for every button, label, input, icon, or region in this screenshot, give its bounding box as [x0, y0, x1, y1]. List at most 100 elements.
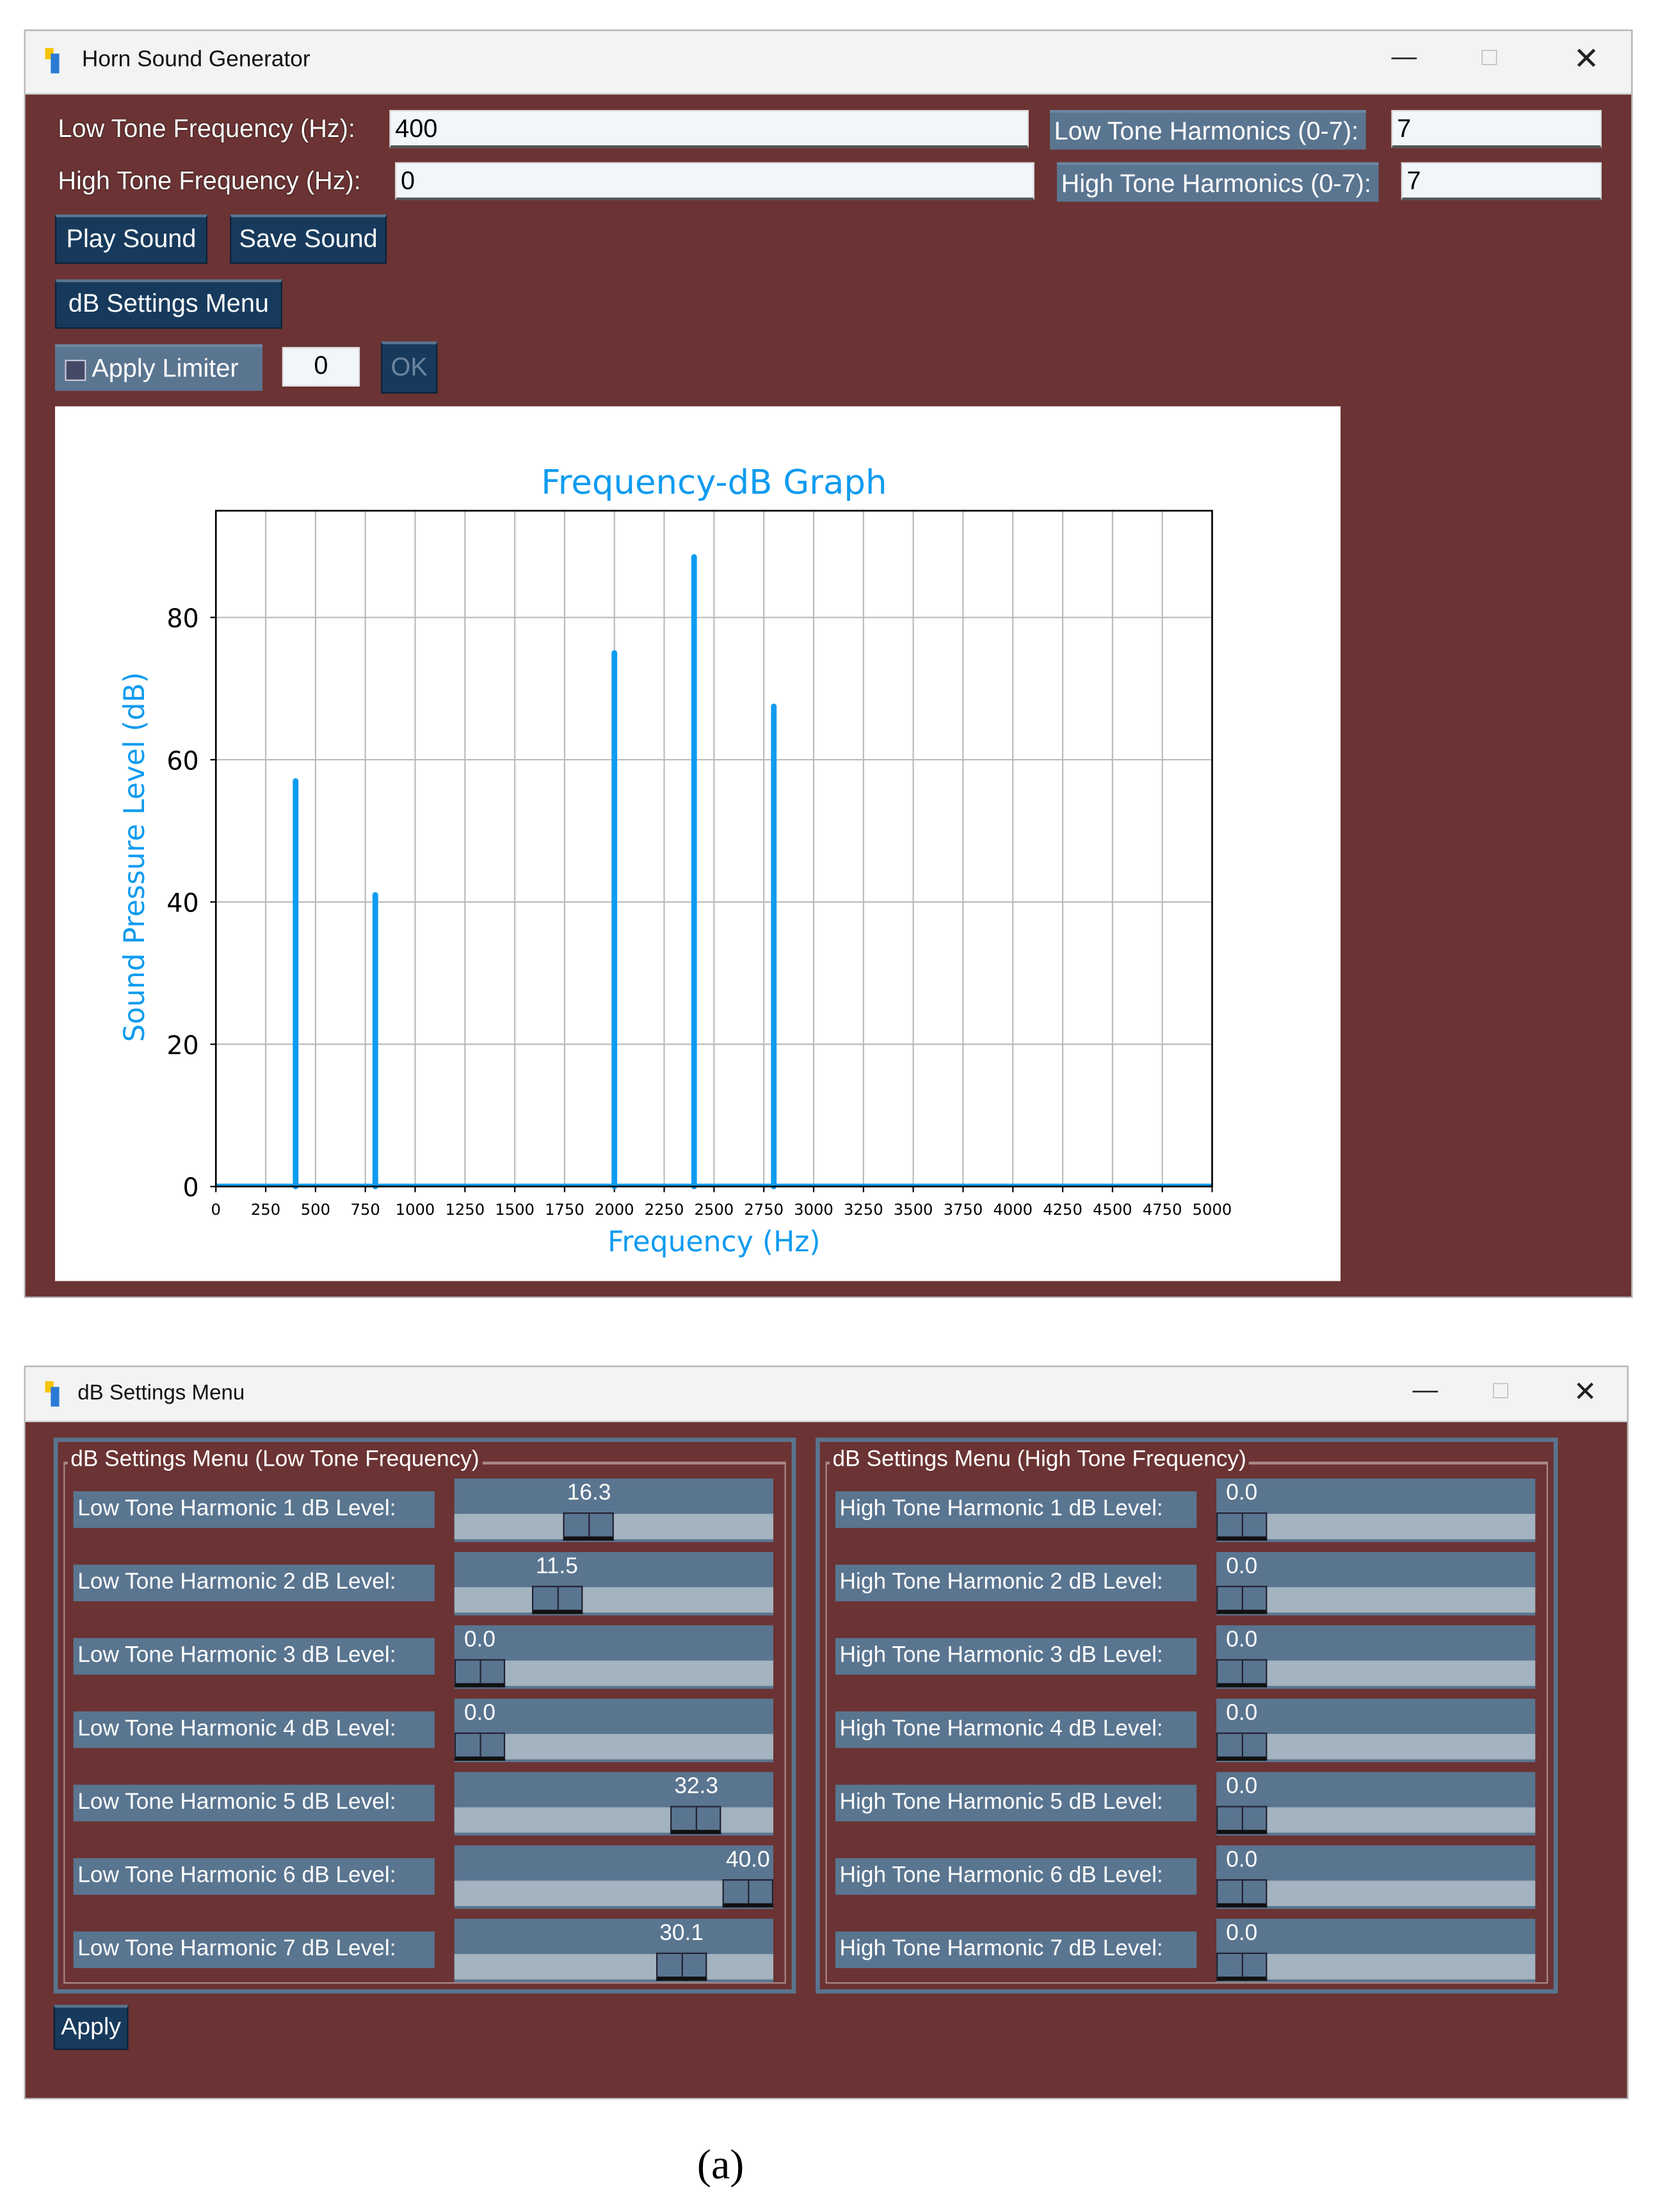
db-settings-menu-button[interactable]: dB Settings Menu — [54, 279, 282, 329]
slider-thumb[interactable] — [563, 1512, 615, 1541]
y-axis-label: Sound Pressure Level (dB) — [118, 672, 151, 1042]
slider-value: 40.0 — [725, 1848, 770, 1873]
low-freq-input[interactable]: 400 — [389, 109, 1029, 148]
minimize-button[interactable]: — — [1391, 42, 1417, 72]
slider-value: 0.0 — [1226, 1481, 1258, 1505]
apply-limiter-checkbox[interactable]: Apply Limiter — [54, 344, 262, 391]
harmonic-label: High Tone Harmonic 4 dB Level: — [835, 1711, 1197, 1749]
harmonic-label: High Tone Harmonic 5 dB Level: — [835, 1784, 1197, 1822]
frequency-db-chart: 0 250 500 750 1000 1250 1500 1750 2000 2250 2500 27… — [118, 463, 1232, 1259]
slider-value: 0.0 — [463, 1701, 495, 1726]
harmonic-label: Low Tone Harmonic 2 dB Level: — [73, 1564, 435, 1601]
slider-thumb[interactable] — [670, 1806, 722, 1834]
x-tick-label: 2750 — [744, 1200, 784, 1219]
maximize-button[interactable]: □ — [1482, 42, 1497, 72]
slider-value: 0.0 — [1226, 1921, 1258, 1946]
harmonic-label: Low Tone Harmonic 6 dB Level: — [73, 1858, 435, 1895]
y-tick-label: 40 — [166, 889, 198, 918]
y-tick-label: 60 — [166, 746, 198, 776]
x-tick-label: 1500 — [495, 1200, 535, 1219]
x-tick-label: 4500 — [1093, 1200, 1132, 1219]
slider-thumb[interactable] — [1216, 1732, 1268, 1761]
x-tick-label: 3500 — [894, 1200, 933, 1219]
low-group-label: dB Settings Menu (Low Tone Frequency) — [67, 1447, 483, 1473]
x-tick-label: 250 — [251, 1200, 280, 1219]
ok-button[interactable]: OK — [381, 341, 438, 394]
minimize-button[interactable]: — — [1413, 1375, 1438, 1405]
figure-caption: (a) — [696, 2142, 744, 2188]
x-tick-label: 2250 — [645, 1200, 684, 1219]
window-title: dB Settings Menu — [77, 1381, 245, 1406]
x-tick-label: 3750 — [944, 1200, 983, 1219]
high-freq-input[interactable]: 0 — [395, 162, 1034, 201]
close-button[interactable]: ✕ — [1573, 41, 1600, 77]
checkbox-box[interactable] — [65, 359, 86, 381]
harmonic-db-slider[interactable]: 0.0 — [1216, 1772, 1536, 1836]
slider-value: 0.0 — [1226, 1701, 1258, 1726]
maximize-button[interactable]: □ — [1493, 1375, 1508, 1405]
slider-thumb[interactable] — [1216, 1512, 1268, 1541]
harmonic-db-slider[interactable]: 11.5 — [454, 1551, 773, 1615]
slider-value: 0.0 — [1226, 1628, 1258, 1653]
slider-thumb[interactable] — [656, 1952, 707, 1981]
apply-button[interactable]: Apply — [53, 2005, 129, 2050]
slider-thumb[interactable] — [722, 1879, 773, 1908]
slider-value: 0.0 — [1226, 1775, 1258, 1799]
harmonic-label: Low Tone Harmonic 7 dB Level: — [73, 1931, 435, 1968]
slider-thumb[interactable] — [1216, 1806, 1268, 1834]
slider-thumb[interactable] — [454, 1659, 506, 1688]
x-tick-label: 750 — [351, 1200, 380, 1219]
db-settings-window: dB Settings Menu — □ ✕ dB Settings Menu … — [24, 1365, 1629, 2099]
harmonic-label: High Tone Harmonic 6 dB Level: — [835, 1858, 1197, 1895]
apply-limiter-label: Apply Limiter — [92, 354, 239, 383]
harmonic-db-slider[interactable]: 0.0 — [1216, 1918, 1536, 1983]
harmonic-db-slider[interactable]: 0.0 — [1216, 1551, 1536, 1615]
slider-thumb[interactable] — [1216, 1585, 1268, 1614]
harmonic-label: High Tone Harmonic 2 dB Level: — [835, 1564, 1197, 1601]
high-freq-label: High Tone Frequency (Hz): — [58, 166, 361, 195]
main-window: Horn Sound Generator — □ ✕ Low Tone Freq… — [24, 29, 1633, 1298]
harmonic-db-slider[interactable]: 32.3 — [454, 1772, 773, 1836]
harmonic-db-slider[interactable]: 0.0 — [1216, 1698, 1536, 1763]
low-freq-label: Low Tone Frequency (Hz): — [58, 114, 355, 143]
close-button[interactable]: ✕ — [1573, 1374, 1597, 1409]
harmonic-db-slider[interactable]: 40.0 — [454, 1845, 773, 1909]
high-harmonics-input[interactable]: 7 — [1401, 162, 1602, 201]
slider-trough[interactable] — [454, 1587, 773, 1613]
slider-thumb[interactable] — [1216, 1879, 1268, 1908]
save-sound-button[interactable]: Save Sound — [230, 214, 387, 264]
harmonic-label: Low Tone Harmonic 1 dB Level: — [73, 1491, 435, 1528]
slider-value: 0.0 — [1226, 1848, 1258, 1873]
x-tick-label: 4750 — [1143, 1200, 1182, 1219]
harmonic-label: Low Tone Harmonic 4 dB Level: — [73, 1711, 435, 1749]
slider-value: 30.1 — [659, 1921, 704, 1946]
x-tick-label: 4000 — [993, 1200, 1033, 1219]
slider-thumb[interactable] — [531, 1585, 583, 1614]
harmonic-db-slider[interactable]: 30.1 — [454, 1918, 773, 1983]
x-tick-label: 1000 — [396, 1200, 435, 1219]
slider-thumb[interactable] — [1216, 1952, 1268, 1981]
low-harmonics-input[interactable]: 7 — [1391, 109, 1602, 148]
harmonic-db-slider[interactable]: 0.0 — [454, 1698, 773, 1763]
slider-trough[interactable] — [454, 1953, 773, 1980]
harmonic-db-slider[interactable]: 0.0 — [1216, 1625, 1536, 1689]
harmonic-db-slider[interactable]: 0.0 — [1216, 1845, 1536, 1909]
slider-value: 11.5 — [535, 1555, 578, 1579]
y-tick-label: 20 — [166, 1031, 198, 1061]
y-tick-label: 80 — [166, 604, 198, 634]
slider-trough[interactable] — [454, 1807, 773, 1833]
slider-thumb[interactable] — [1216, 1659, 1268, 1688]
main-title-bar: Horn Sound Generator — □ ✕ — [25, 31, 1632, 95]
stage: Horn Sound Generator — □ ✕ Low Tone Freq… — [0, 0, 1658, 2212]
harmonic-db-slider[interactable]: 16.3 — [454, 1479, 773, 1543]
play-sound-button[interactable]: Play Sound — [54, 214, 208, 264]
slider-thumb[interactable] — [454, 1732, 506, 1761]
x-tick-label: 0 — [211, 1200, 221, 1219]
x-tick-label: 3000 — [794, 1200, 833, 1219]
harmonic-label: High Tone Harmonic 1 dB Level: — [835, 1491, 1197, 1528]
x-tick-label: 1750 — [545, 1200, 584, 1219]
limiter-value-input[interactable]: 0 — [282, 347, 360, 387]
app-logo-icon — [45, 1381, 60, 1407]
harmonic-db-slider[interactable]: 0.0 — [454, 1625, 773, 1689]
harmonic-db-slider[interactable]: 0.0 — [1216, 1479, 1536, 1543]
